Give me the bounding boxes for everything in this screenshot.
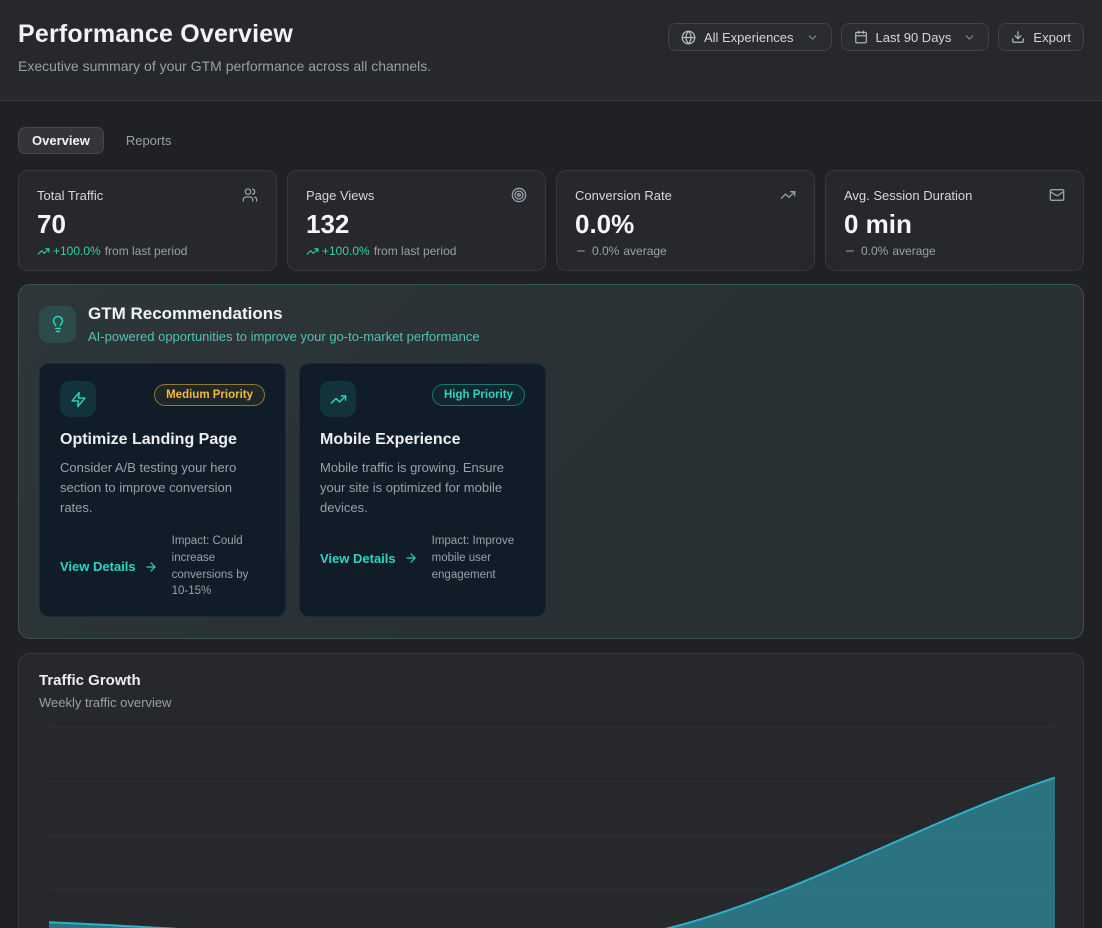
- tab-overview[interactable]: Overview: [18, 127, 104, 154]
- arrow-right-icon: [404, 551, 418, 565]
- reco-card-title: Mobile Experience: [320, 431, 525, 449]
- reco-card-optimize-landing: Medium Priority Optimize Landing Page Co…: [39, 363, 286, 617]
- export-label: Export: [1033, 30, 1071, 45]
- trending-up-icon: [780, 187, 796, 203]
- stat-value: 70: [37, 211, 258, 237]
- globe-icon: [681, 30, 696, 45]
- stat-card-conversion-rate: Conversion Rate 0.0% 0.0% average: [556, 170, 815, 271]
- impact-text: Impact: Could increase conversions by 10…: [172, 533, 265, 600]
- tab-reports[interactable]: Reports: [112, 127, 186, 154]
- reco-card-title: Optimize Landing Page: [60, 431, 265, 449]
- area-chart-svg: [49, 724, 1055, 928]
- export-button[interactable]: Export: [998, 23, 1084, 51]
- reco-card-description: Mobile traffic is growing. Ensure your s…: [320, 458, 525, 518]
- view-details-link[interactable]: View Details: [60, 559, 158, 574]
- target-icon: [511, 187, 527, 203]
- main-content: Overview Reports Total Traffic 70 +100.0…: [0, 101, 1102, 928]
- reco-card-description: Consider A/B testing your hero section t…: [60, 458, 265, 518]
- stat-delta: 0.0%: [575, 244, 619, 258]
- chart-title: Traffic Growth: [39, 672, 1055, 689]
- stat-card-page-views: Page Views 132 +100.0% from last period: [287, 170, 546, 271]
- chevron-down-icon: [806, 31, 819, 44]
- header-text: Performance Overview Executive summary o…: [18, 20, 431, 74]
- stat-delta: 0.0%: [844, 244, 888, 258]
- stat-label: Total Traffic: [37, 188, 103, 203]
- zap-icon: [60, 381, 96, 417]
- stat-card-session-duration: Avg. Session Duration 0 min 0.0% average: [825, 170, 1084, 271]
- header-controls: All Experiences Last 90 Days Export: [668, 23, 1084, 51]
- stat-delta-note: from last period: [374, 244, 457, 258]
- mail-icon: [1049, 187, 1065, 203]
- stat-delta-note: average: [892, 244, 935, 258]
- trending-up-icon: [320, 381, 356, 417]
- lightbulb-icon: [39, 306, 76, 343]
- stat-value: 0.0%: [575, 211, 796, 237]
- trend-up-icon: [37, 245, 50, 258]
- trend-up-icon: [306, 245, 319, 258]
- minus-icon: [844, 245, 856, 257]
- traffic-growth-card: Traffic Growth Weekly traffic overview I…: [18, 653, 1084, 928]
- chevron-down-icon: [963, 31, 976, 44]
- experiences-dropdown[interactable]: All Experiences: [668, 23, 832, 51]
- page-title: Performance Overview: [18, 20, 431, 49]
- reco-head-text: GTM Recommendations AI-powered opportuni…: [88, 304, 480, 344]
- stat-delta: +100.0%: [37, 244, 101, 258]
- priority-badge: High Priority: [432, 384, 525, 406]
- stat-label: Conversion Rate: [575, 188, 672, 203]
- download-icon: [1011, 30, 1025, 44]
- tab-bar: Overview Reports: [18, 127, 1084, 154]
- stats-grid: Total Traffic 70 +100.0% from last perio…: [18, 170, 1084, 271]
- date-range-dropdown[interactable]: Last 90 Days: [841, 23, 990, 51]
- reco-title: GTM Recommendations: [88, 304, 480, 324]
- view-details-link[interactable]: View Details: [320, 551, 418, 566]
- traffic-area-chart[interactable]: [49, 724, 1055, 928]
- stat-label: Avg. Session Duration: [844, 188, 972, 203]
- stat-label: Page Views: [306, 188, 374, 203]
- arrow-right-icon: [144, 560, 158, 574]
- users-icon: [242, 187, 258, 203]
- chart-subtitle: Weekly traffic overview: [39, 695, 1055, 710]
- page-header: Performance Overview Executive summary o…: [0, 0, 1102, 101]
- gtm-recommendations-panel: GTM Recommendations AI-powered opportuni…: [18, 284, 1084, 639]
- priority-badge: Medium Priority: [154, 384, 265, 406]
- page-subtitle: Executive summary of your GTM performanc…: [18, 58, 431, 74]
- calendar-icon: [854, 30, 868, 44]
- stat-delta-note: average: [623, 244, 666, 258]
- stat-card-total-traffic: Total Traffic 70 +100.0% from last perio…: [18, 170, 277, 271]
- reco-cards: Medium Priority Optimize Landing Page Co…: [39, 363, 1063, 617]
- reco-subtitle: AI-powered opportunities to improve your…: [88, 329, 480, 344]
- stat-delta-note: from last period: [105, 244, 188, 258]
- stat-value: 0 min: [844, 211, 1065, 237]
- experiences-label: All Experiences: [704, 30, 794, 45]
- stat-value: 132: [306, 211, 527, 237]
- reco-card-mobile-experience: High Priority Mobile Experience Mobile t…: [299, 363, 546, 617]
- impact-text: Impact: Improve mobile user engagement: [432, 533, 525, 583]
- stat-delta: +100.0%: [306, 244, 370, 258]
- minus-icon: [575, 245, 587, 257]
- date-range-label: Last 90 Days: [876, 30, 952, 45]
